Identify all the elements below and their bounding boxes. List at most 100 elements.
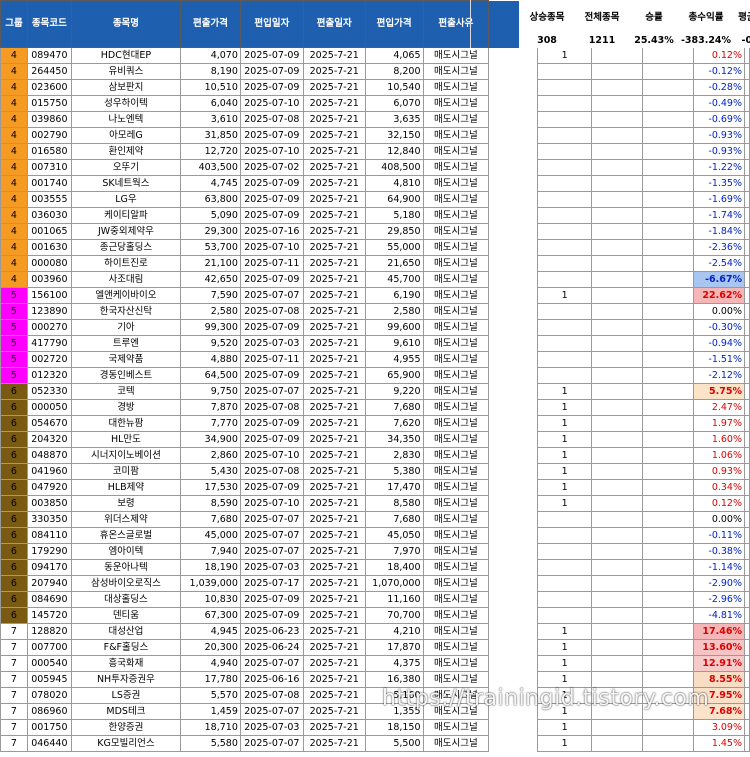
name-cell[interactable]: 엘앤케이바이오: [70, 287, 182, 304]
in-price-cell[interactable]: 5,570: [180, 687, 241, 704]
blank-cell-a[interactable]: [591, 223, 644, 240]
blank-cell-b[interactable]: [642, 639, 695, 656]
group-cell[interactable]: 7: [0, 735, 28, 752]
out-price-cell[interactable]: 70,700: [364, 607, 424, 624]
code-cell[interactable]: 003555: [26, 191, 72, 208]
blank-cell-a[interactable]: [591, 415, 644, 432]
out-date-cell[interactable]: 2025-7-21: [302, 655, 366, 672]
out-date-cell[interactable]: 2025-7-21: [302, 607, 366, 624]
name-cell[interactable]: 유비쿼스: [70, 63, 182, 80]
out-date-cell[interactable]: 2025-7-21: [302, 319, 366, 336]
rising-flag-cell[interactable]: [537, 351, 593, 368]
in-date-cell[interactable]: 2025-07-09: [239, 63, 304, 80]
group-cell[interactable]: 7: [0, 655, 28, 672]
blank-cell-c[interactable]: [744, 287, 750, 304]
blank-cell-c[interactable]: [744, 143, 750, 160]
name-cell[interactable]: 대성산업: [70, 623, 182, 640]
code-cell[interactable]: 005945: [26, 671, 72, 688]
out-date-cell[interactable]: 2025-7-21: [302, 287, 366, 304]
blank-cell-b[interactable]: [642, 127, 695, 144]
group-cell[interactable]: 6: [0, 495, 28, 512]
return-cell[interactable]: -0.93%: [693, 143, 745, 160]
name-cell[interactable]: 성우하이텍: [70, 95, 182, 112]
code-cell[interactable]: 036030: [26, 207, 72, 224]
out-date-cell[interactable]: 2025-7-21: [302, 127, 366, 144]
reason-cell[interactable]: 매도시그널: [422, 559, 490, 576]
blank-cell-c[interactable]: [744, 703, 750, 720]
in-price-cell[interactable]: 4,940: [180, 655, 241, 672]
blank-cell-c[interactable]: [744, 127, 750, 144]
rising-flag-cell[interactable]: [537, 79, 593, 96]
return-cell[interactable]: 0.00%: [693, 303, 745, 320]
reason-cell[interactable]: 매도시그널: [422, 223, 490, 240]
out-price-cell[interactable]: 7,680: [364, 399, 424, 416]
group-cell[interactable]: 4: [0, 271, 28, 288]
rising-flag-cell[interactable]: 1: [537, 447, 593, 464]
col-header-code[interactable]: 종목코드: [26, 0, 72, 48]
code-cell[interactable]: 001740: [26, 175, 72, 192]
col-header-out-price[interactable]: 편입가격: [364, 0, 424, 48]
out-date-cell[interactable]: 2025-7-21: [302, 175, 366, 192]
reason-cell[interactable]: 매도시그널: [422, 207, 490, 224]
return-cell[interactable]: -6.67%: [693, 271, 745, 288]
reason-cell[interactable]: 매도시그널: [422, 543, 490, 560]
return-cell[interactable]: 1.97%: [693, 415, 745, 432]
group-cell[interactable]: 7: [0, 623, 28, 640]
blank-cell-a[interactable]: [591, 127, 644, 144]
code-cell[interactable]: 048870: [26, 447, 72, 464]
in-date-cell[interactable]: 2025-07-09: [239, 479, 304, 496]
code-cell[interactable]: 007310: [26, 159, 72, 176]
out-price-cell[interactable]: 4,210: [364, 623, 424, 640]
return-cell[interactable]: -0.30%: [693, 319, 745, 336]
group-cell[interactable]: 7: [0, 671, 28, 688]
code-cell[interactable]: 007700: [26, 639, 72, 656]
name-cell[interactable]: NH투자증권우: [70, 671, 182, 688]
name-cell[interactable]: 사조대림: [70, 271, 182, 288]
out-price-cell[interactable]: 9,610: [364, 335, 424, 352]
blank-cell-a[interactable]: [591, 111, 644, 128]
name-cell[interactable]: 한양증권: [70, 719, 182, 736]
rising-flag-cell[interactable]: [537, 335, 593, 352]
code-cell[interactable]: 003850: [26, 495, 72, 512]
reason-cell[interactable]: 매도시그널: [422, 79, 490, 96]
group-cell[interactable]: 5: [0, 303, 28, 320]
blank-cell-c[interactable]: [744, 543, 750, 560]
rising-flag-cell[interactable]: 1: [537, 431, 593, 448]
blank-cell-b[interactable]: [642, 655, 695, 672]
in-price-cell[interactable]: 1,459: [180, 703, 241, 720]
code-cell[interactable]: 052330: [26, 383, 72, 400]
in-price-cell[interactable]: 4,745: [180, 175, 241, 192]
blank-cell-b[interactable]: [642, 543, 695, 560]
out-price-cell[interactable]: 99,600: [364, 319, 424, 336]
group-cell[interactable]: 4: [0, 159, 28, 176]
reason-cell[interactable]: 매도시그널: [422, 159, 490, 176]
out-price-cell[interactable]: 29,850: [364, 223, 424, 240]
blank-cell-a[interactable]: [591, 639, 644, 656]
in-date-cell[interactable]: 2025-07-09: [239, 207, 304, 224]
reason-cell[interactable]: 매도시그널: [422, 575, 490, 592]
name-cell[interactable]: JW중외제약우: [70, 223, 182, 240]
in-price-cell[interactable]: 10,830: [180, 591, 241, 608]
group-cell[interactable]: 5: [0, 319, 28, 336]
out-date-cell[interactable]: 2025-7-21: [302, 415, 366, 432]
return-cell[interactable]: -1.35%: [693, 175, 745, 192]
in-date-cell[interactable]: 2025-07-02: [239, 159, 304, 176]
in-price-cell[interactable]: 5,430: [180, 463, 241, 480]
return-cell[interactable]: -1.22%: [693, 159, 745, 176]
return-cell[interactable]: -0.12%: [693, 63, 745, 80]
return-cell[interactable]: -0.28%: [693, 79, 745, 96]
code-cell[interactable]: 145720: [26, 607, 72, 624]
in-date-cell[interactable]: 2025-07-07: [239, 383, 304, 400]
code-cell[interactable]: 084110: [26, 527, 72, 544]
blank-cell-b[interactable]: [642, 495, 695, 512]
reason-cell[interactable]: 매도시그널: [422, 191, 490, 208]
return-cell[interactable]: -1.69%: [693, 191, 745, 208]
blank-cell-a[interactable]: [591, 271, 644, 288]
col-header-name[interactable]: 종목명: [70, 0, 182, 48]
blank-cell-a[interactable]: [591, 719, 644, 736]
out-price-cell[interactable]: 64,900: [364, 191, 424, 208]
reason-cell[interactable]: 매도시그널: [422, 239, 490, 256]
rising-flag-cell[interactable]: [537, 575, 593, 592]
out-date-cell[interactable]: 2025-7-21: [302, 271, 366, 288]
reason-cell[interactable]: 매도시그널: [422, 47, 490, 64]
